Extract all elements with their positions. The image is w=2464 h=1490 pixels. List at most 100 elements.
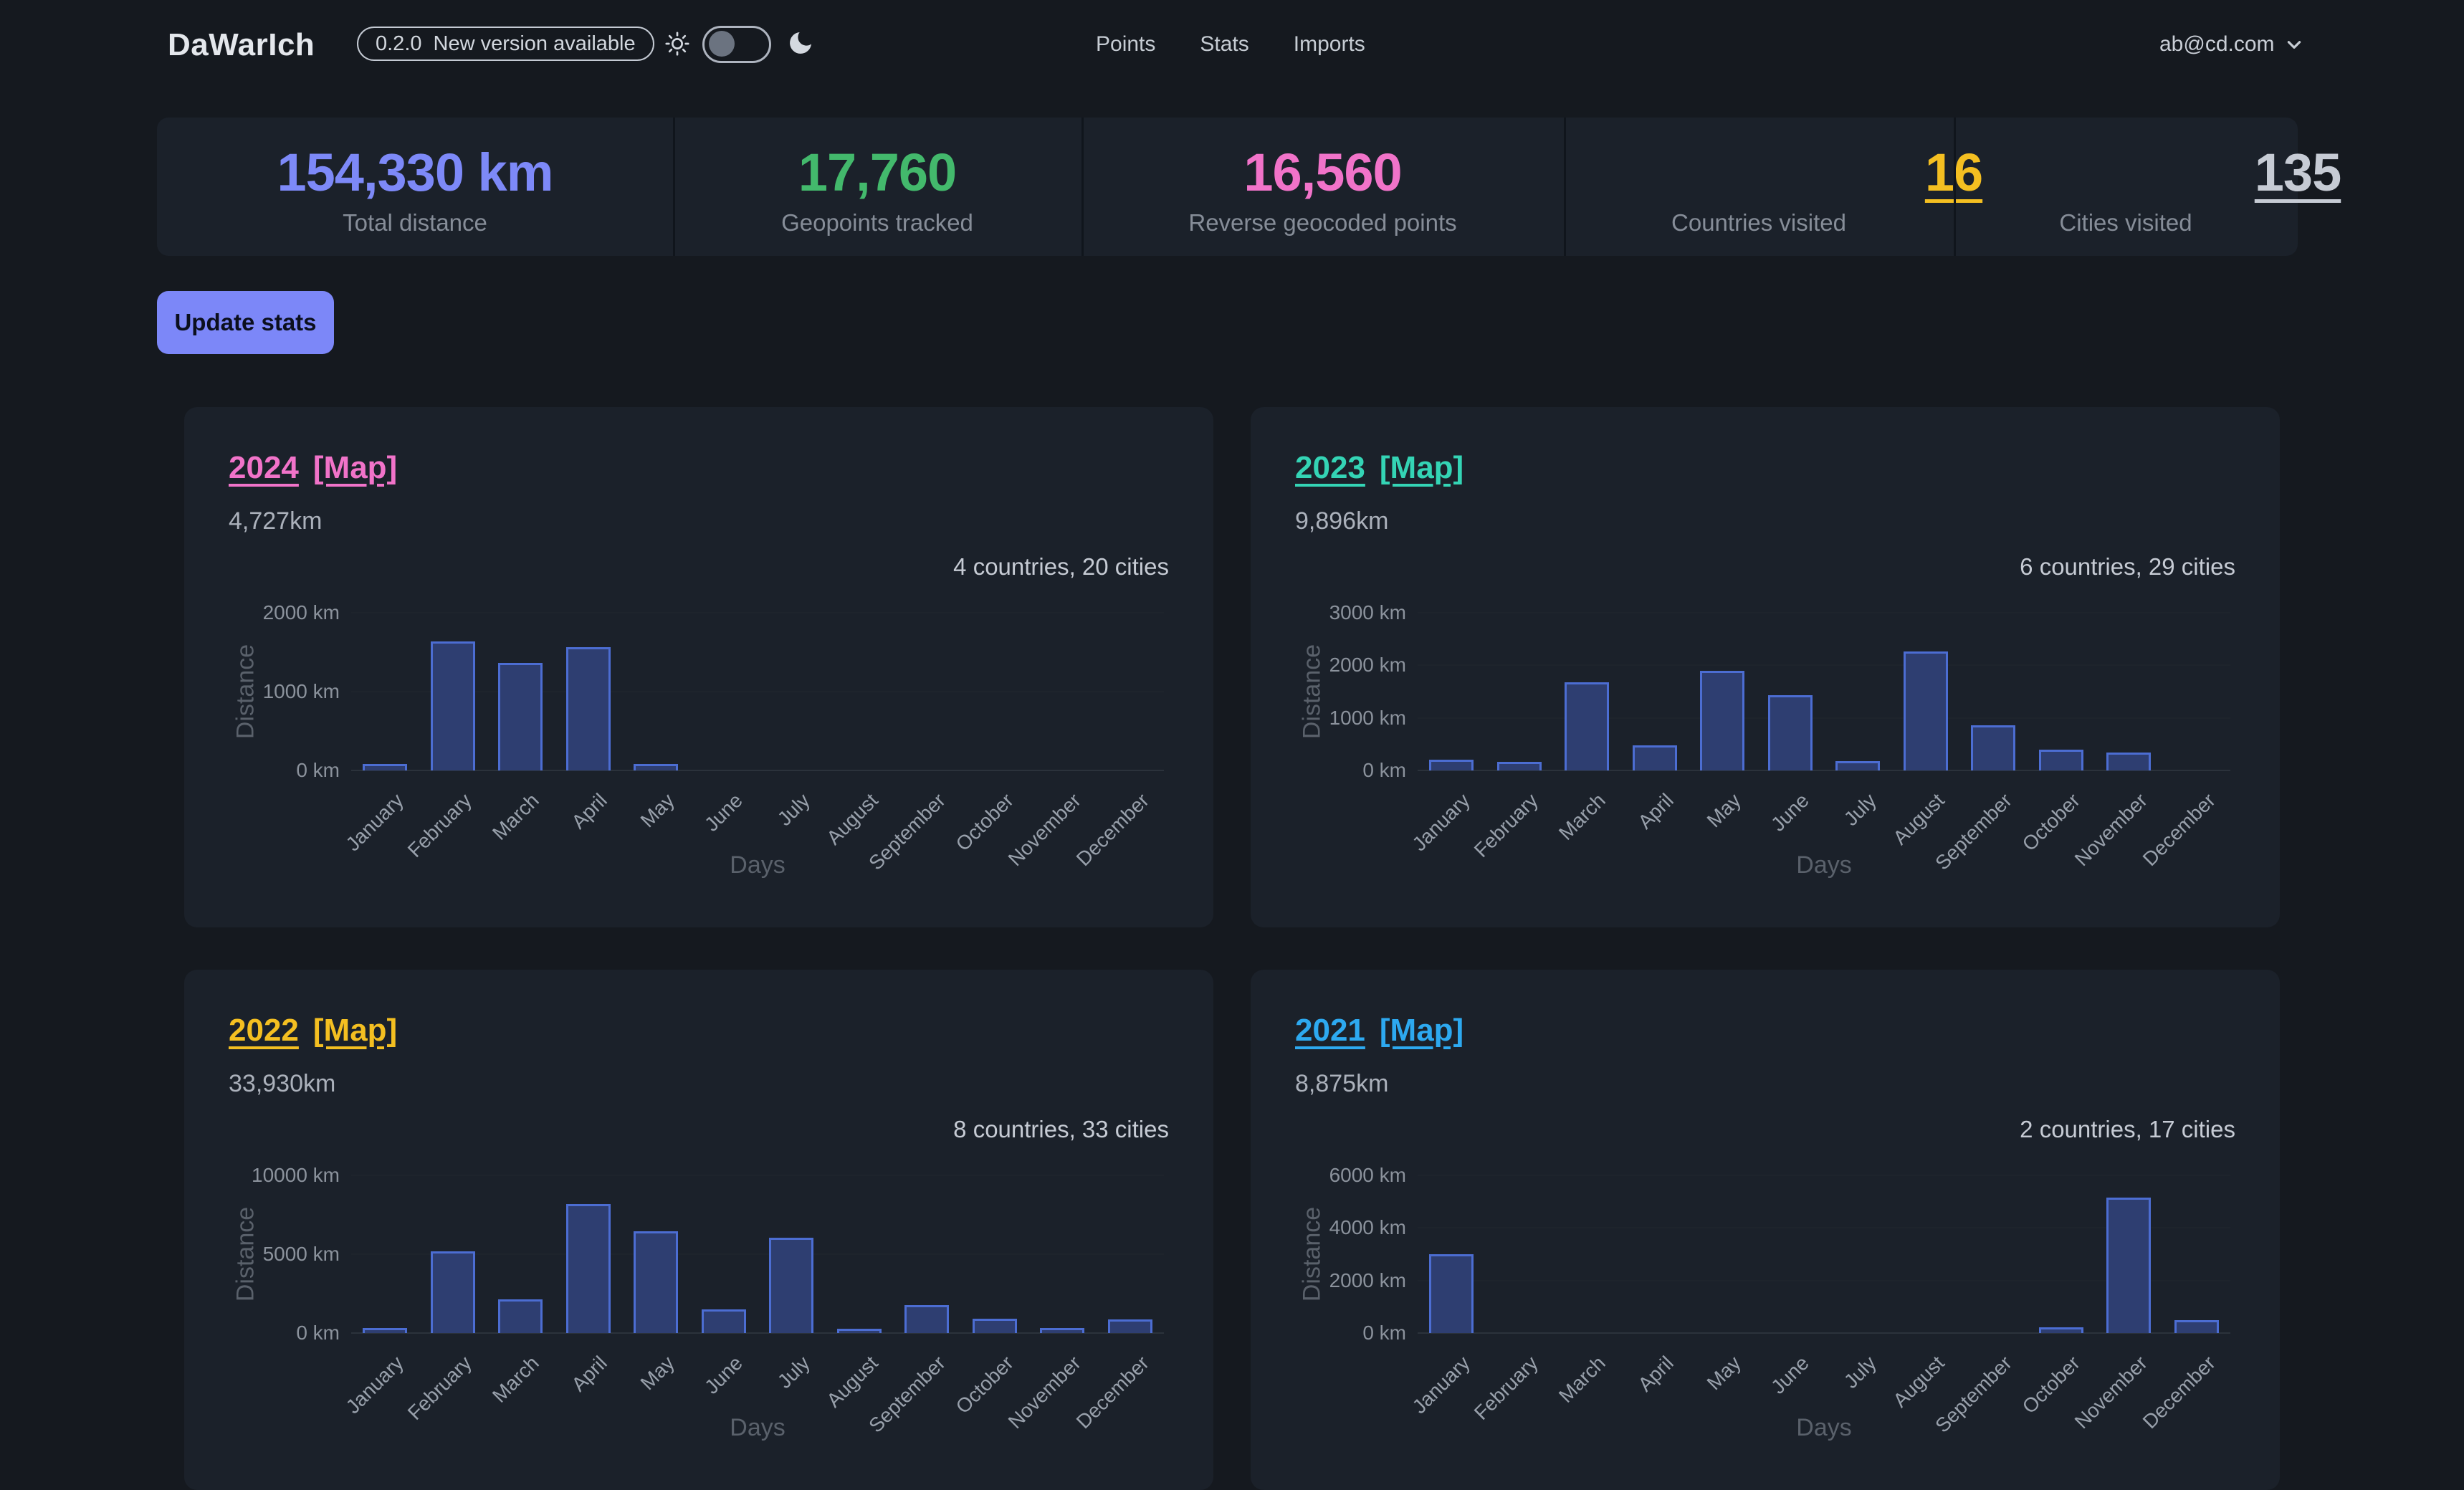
y-axis-tick: 0 km xyxy=(184,1321,340,1345)
distance-bar-chart: 0 km2000 km4000 km6000 kmJanuaryFebruary… xyxy=(1251,1175,2280,1490)
bar-September xyxy=(904,1305,949,1333)
moon-icon xyxy=(786,29,815,57)
bar-April xyxy=(1633,745,1677,770)
update-stats-button[interactable]: Update stats xyxy=(157,291,334,354)
x-axis-label: July xyxy=(773,1352,815,1393)
stat-value: 17,760 xyxy=(673,143,1081,202)
stat-cell-2: 16,560Reverse geocoded points xyxy=(1081,118,1564,256)
year-card-2023: 2023 [Map] 9,896km 6 countries, 29 cities 0 … xyxy=(1251,407,2280,927)
y-axis-tick: 0 km xyxy=(1251,758,1406,783)
year-countries-cities: 6 countries, 29 cities xyxy=(2020,553,2235,581)
year-distance: 8,875km xyxy=(1295,1070,1388,1098)
x-axis-title: Days xyxy=(1796,1414,1851,1442)
bar-November xyxy=(2106,753,2151,770)
x-axis-label: December xyxy=(1071,789,1153,871)
bar-December xyxy=(1108,1319,1152,1333)
year-link-2022[interactable]: 2022 xyxy=(229,1013,299,1048)
y-axis-title: Distance xyxy=(1299,1207,1327,1302)
x-axis-label: May xyxy=(636,789,679,832)
x-axis-label: January xyxy=(1408,789,1475,856)
bar-August xyxy=(837,1329,882,1333)
stat-label: Geopoints tracked xyxy=(673,209,1081,237)
theme-toggle[interactable] xyxy=(702,26,771,63)
stat-cell-3: 16Countries visited xyxy=(1564,118,1954,256)
x-axis-label: February xyxy=(403,789,477,862)
map-link-2022[interactable]: [Map] xyxy=(313,1013,397,1048)
y-axis-tick: 10000 km xyxy=(184,1163,340,1188)
bar-October xyxy=(2039,1327,2083,1333)
year-cards-grid: 2024[Map]4,727km4 countries, 20 cities0 … xyxy=(184,407,2280,1490)
x-axis-label: April xyxy=(1633,789,1678,834)
y-axis-title: Distance xyxy=(232,644,260,739)
x-axis-title: Days xyxy=(730,851,785,879)
year-card-2024: 2024[Map]4,727km4 countries, 20 cities0 … xyxy=(184,407,1213,927)
nav-link-stats[interactable]: Stats xyxy=(1200,32,1248,57)
x-axis-label: August xyxy=(1888,1352,1949,1412)
x-axis-label: May xyxy=(1703,789,1746,832)
year-distance: 9,896km xyxy=(1295,507,1388,535)
bar-October xyxy=(2039,750,2083,770)
x-axis-label: May xyxy=(1703,1352,1746,1395)
x-axis-label: October xyxy=(951,1352,1018,1418)
x-axis-label: January xyxy=(342,789,409,856)
bar-November xyxy=(2106,1198,2151,1333)
y-axis-tick: 0 km xyxy=(1251,1321,1406,1345)
bar-February xyxy=(431,641,475,770)
bar-July xyxy=(769,1238,813,1333)
x-axis-label: November xyxy=(2071,1352,2152,1433)
x-axis-label: November xyxy=(1004,1352,1086,1433)
y-axis-tick: 6000 km xyxy=(1251,1163,1406,1188)
distance-bar-chart: 0 km1000 km2000 kmJanuaryFebruaryMarchAp… xyxy=(184,613,1213,927)
bar-March xyxy=(1565,682,1609,770)
x-axis-label: December xyxy=(1071,1352,1153,1433)
distance-bar-chart: 0 km5000 km10000 kmJanuaryFebruaryMarchA… xyxy=(184,1175,1213,1490)
year-link-2024[interactable]: 2024 xyxy=(229,450,299,485)
map-link-2024[interactable]: [Map] xyxy=(313,450,397,485)
stat-cell-0: 154,330 km Total distance xyxy=(157,118,673,256)
x-axis-label: December xyxy=(2138,1352,2220,1433)
y-axis-tick: 2000 km xyxy=(1251,1269,1406,1293)
bar-November xyxy=(1040,1328,1084,1333)
app-logo[interactable]: DaWarIch xyxy=(168,27,315,63)
gridline xyxy=(351,612,1164,613)
x-axis-label: March xyxy=(1555,789,1610,845)
bar-May xyxy=(634,764,678,770)
bar-September xyxy=(1971,725,2015,770)
x-axis-label: October xyxy=(2017,1352,2084,1418)
user-menu[interactable]: ab@cd.com xyxy=(2159,32,2303,57)
stat-label: Total distance xyxy=(157,209,673,237)
bar-July xyxy=(1835,761,1880,770)
year-card-header: 2022 [Map] xyxy=(229,1011,411,1050)
version-number: 0.2.0 xyxy=(376,32,422,56)
stat-cell-1: 17,760 Geopoints tracked xyxy=(673,118,1081,256)
year-card-header: 2024 [Map] xyxy=(229,449,411,487)
bar-February xyxy=(1497,762,1542,770)
bar-June xyxy=(702,1309,746,1333)
stat-value[interactable]: 135 xyxy=(2126,143,2464,202)
x-axis-label: February xyxy=(403,1352,477,1425)
version-badge[interactable]: 0.2.0 New version available xyxy=(357,27,654,61)
stat-value: 154,330 km xyxy=(157,143,673,202)
x-axis-label: January xyxy=(342,1352,409,1418)
bar-February xyxy=(431,1251,475,1333)
stat-label: Cities visited xyxy=(1954,209,2298,237)
year-link-2023[interactable]: 2023 xyxy=(1295,450,1365,485)
x-axis-label: March xyxy=(488,789,544,845)
distance-bar-chart: 0 km1000 km2000 km3000 kmJanuaryFebruary… xyxy=(1251,613,2280,927)
year-countries-cities: 8 countries, 33 cities xyxy=(953,1116,1169,1143)
gridline xyxy=(351,1175,1164,1176)
bar-October xyxy=(973,1319,1017,1333)
year-link-2021[interactable]: 2021 xyxy=(1295,1013,1365,1048)
user-email: ab@cd.com xyxy=(2159,32,2275,57)
map-link-2021[interactable]: [Map] xyxy=(1380,1013,1463,1048)
nav-link-points[interactable]: Points xyxy=(1096,32,1155,57)
year-card-2021: 2021[Map]8,875km2 countries, 17 cities0 … xyxy=(1251,970,2280,1490)
y-axis-tick: 5000 km xyxy=(184,1242,340,1266)
x-axis-title: Days xyxy=(1796,851,1851,879)
bar-June xyxy=(1768,695,1813,770)
bar-August xyxy=(1904,651,1948,770)
x-axis-label: May xyxy=(636,1352,679,1395)
nav-link-imports[interactable]: Imports xyxy=(1294,32,1365,57)
x-axis-label: October xyxy=(951,789,1018,856)
map-link-2023[interactable]: [Map] xyxy=(1380,450,1463,485)
